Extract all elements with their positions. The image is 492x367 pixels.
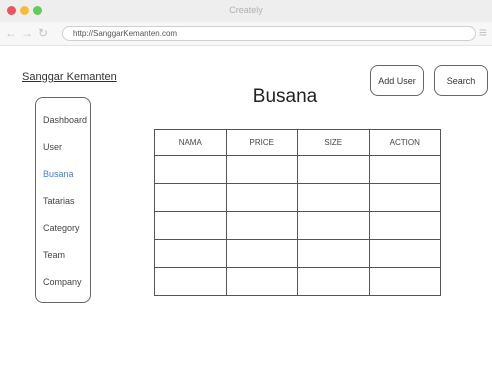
sidebar-item-user[interactable]: User (43, 142, 62, 152)
busana-table: NAMA PRICE SIZE ACTION (154, 129, 441, 296)
sidebar-item-dashboard[interactable]: Dashboard (43, 115, 87, 125)
browser-addressbar: ← → ↻ http://SanggarKemanten.com ≡ (0, 22, 492, 46)
table-cell (368, 239, 441, 268)
table-row (154, 183, 441, 212)
table-cell (225, 183, 298, 212)
table-cell (225, 267, 298, 296)
table-cell (297, 211, 370, 240)
table-cell (297, 267, 370, 296)
table-cell (297, 239, 370, 268)
table-row (154, 155, 441, 184)
table-row (154, 267, 441, 296)
sidebar-item-busana[interactable]: Busana (43, 169, 74, 179)
sidebar-item-company[interactable]: Company (43, 277, 82, 287)
table-cell (154, 211, 227, 240)
column-header-action: ACTION (368, 129, 441, 156)
window-title: Creately (229, 5, 263, 15)
column-header-nama: NAMA (154, 129, 227, 156)
sidebar-item-team[interactable]: Team (43, 250, 65, 260)
column-header-price: PRICE (225, 129, 298, 156)
table-cell (368, 155, 441, 184)
window-titlebar: Creately (0, 0, 492, 22)
back-arrow-icon[interactable]: ← (5, 25, 17, 41)
table-header-row: NAMA PRICE SIZE ACTION (154, 129, 441, 156)
sidebar-item-category[interactable]: Category (43, 223, 80, 233)
search-button[interactable]: Search (434, 65, 488, 96)
table-cell (225, 155, 298, 184)
add-user-button[interactable]: Add User (370, 65, 424, 96)
brand-link[interactable]: Sanggar Kemanten (22, 71, 117, 83)
table-cell (154, 267, 227, 296)
table-cell (368, 183, 441, 212)
table-cell (225, 239, 298, 268)
sidebar: Dashboard User Busana Tatarias Category … (35, 97, 91, 303)
table-cell (297, 183, 370, 212)
table-cell (154, 155, 227, 184)
reload-icon[interactable]: ↻ (38, 25, 48, 41)
table-row (154, 239, 441, 268)
sidebar-item-tatarias[interactable]: Tatarias (43, 196, 75, 206)
table-cell (154, 183, 227, 212)
column-header-size: SIZE (297, 129, 370, 156)
table-row (154, 211, 441, 240)
url-field[interactable]: http://SanggarKemanten.com (62, 26, 476, 41)
table-cell (297, 155, 370, 184)
table-cell (368, 211, 441, 240)
forward-arrow-icon[interactable]: → (21, 25, 33, 41)
table-cell (225, 211, 298, 240)
menu-icon[interactable]: ≡ (479, 24, 487, 40)
table-cell (154, 239, 227, 268)
table-cell (368, 267, 441, 296)
